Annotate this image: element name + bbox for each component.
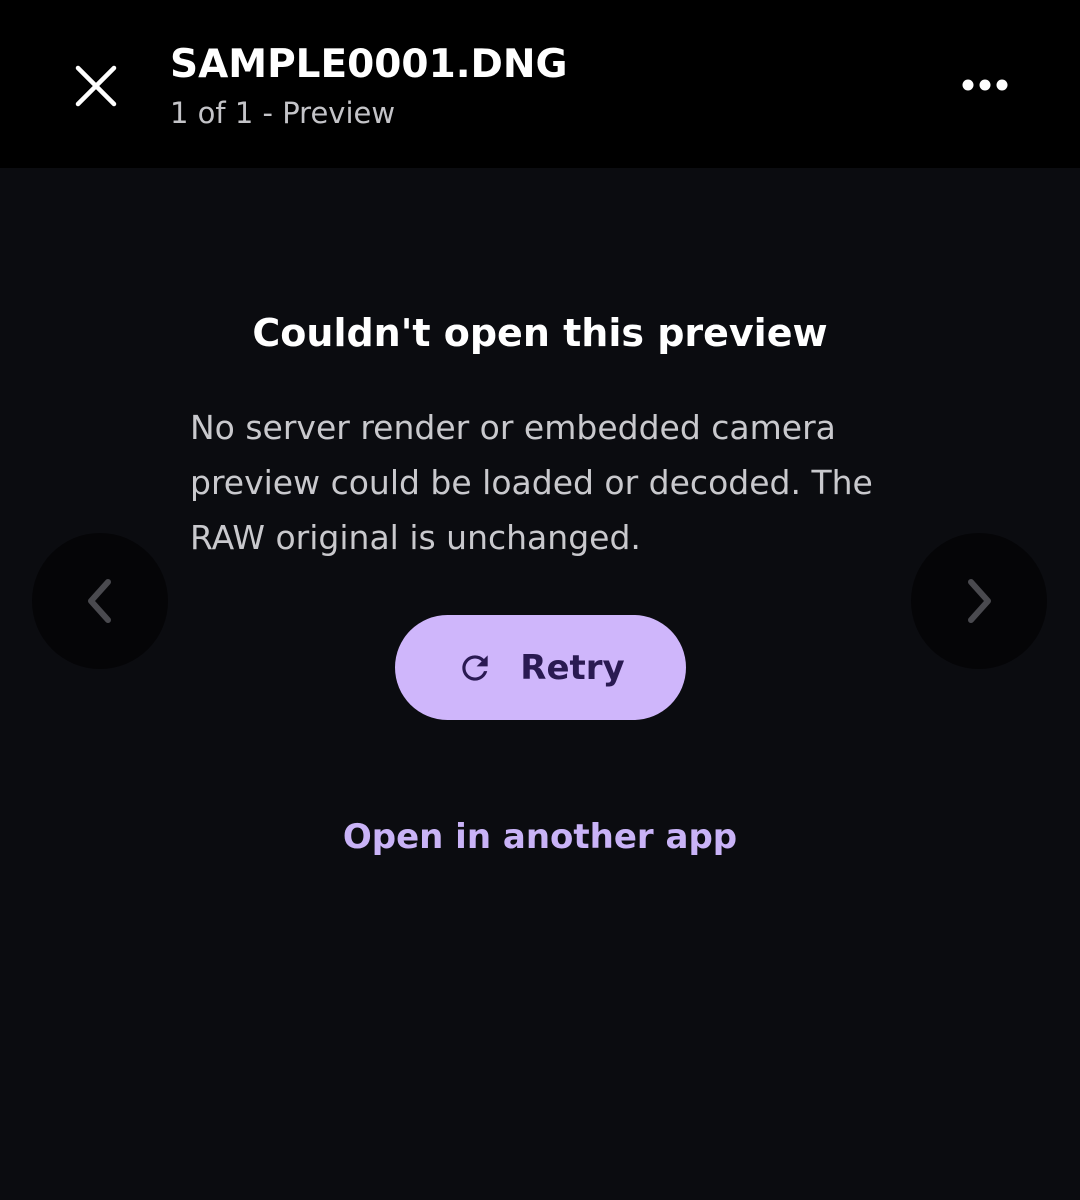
retry-button[interactable]: Retry [395, 615, 686, 720]
close-icon [75, 65, 117, 107]
file-subtitle: 1 of 1 - Preview [170, 96, 396, 130]
more-horizontal-icon [962, 79, 1008, 91]
previous-button[interactable] [32, 533, 168, 669]
top-app-bar: SAMPLE0001.DNG 1 of 1 - Preview [0, 0, 1080, 168]
error-message: No server render or embedded camera prev… [190, 408, 873, 557]
refresh-icon [456, 649, 494, 687]
title-block: SAMPLE0001.DNG 1 of 1 - Preview [170, 40, 568, 134]
close-button[interactable] [56, 46, 136, 126]
chevron-left-icon [88, 579, 111, 623]
chevron-right-icon [968, 579, 991, 623]
next-button[interactable] [911, 533, 1047, 669]
error-title: Couldn't open this preview [252, 311, 828, 355]
retry-label: Retry [520, 647, 625, 688]
open-in-another-app-link[interactable]: Open in another app [0, 812, 1080, 862]
more-options-button[interactable] [945, 45, 1025, 125]
file-title: SAMPLE0001.DNG [170, 42, 568, 87]
